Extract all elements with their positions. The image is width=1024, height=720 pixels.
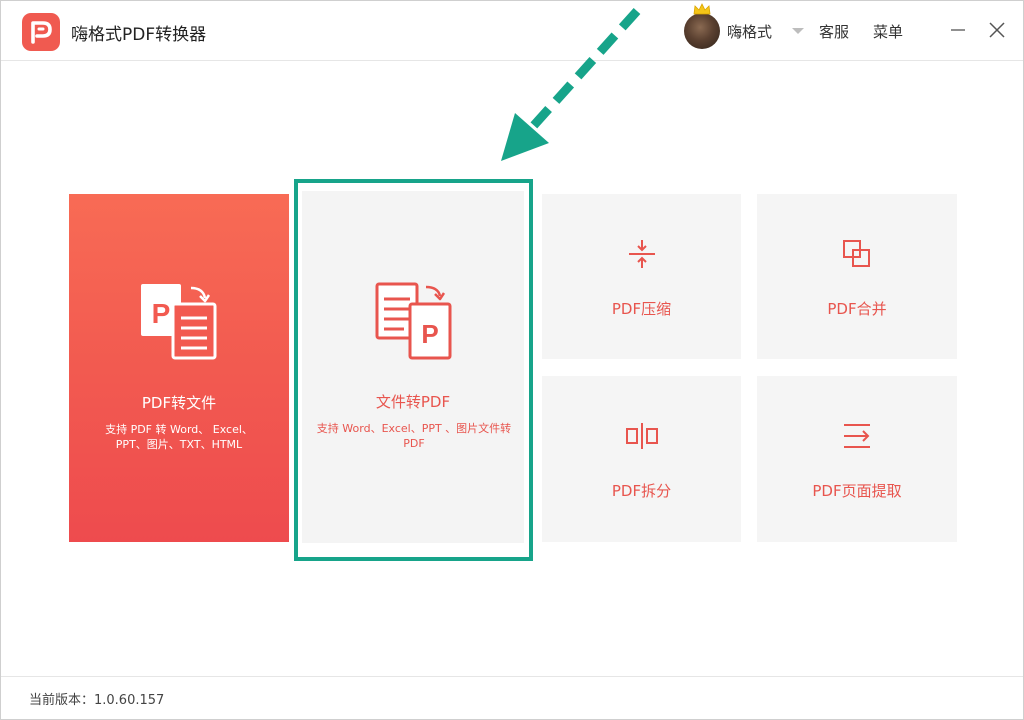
file-to-pdf-card[interactable]: P 文件转PDF 支持 Word、Excel、PPT 、图片文件转 PDF — [302, 191, 524, 543]
file-to-pdf-desc: 支持 Word、Excel、PPT 、图片文件转 PDF — [316, 422, 512, 450]
close-icon[interactable] — [986, 19, 1008, 41]
status-bar: 当前版本：1.0.60.157 — [1, 676, 1023, 719]
pdf-split-label: PDF拆分 — [611, 482, 672, 500]
file-to-pdf-icon: P — [375, 282, 452, 360]
app-logo-icon — [22, 13, 60, 51]
minimize-icon[interactable] — [947, 19, 969, 41]
customer-service-link[interactable]: 客服 — [819, 21, 849, 42]
app-title: 嗨格式PDF转换器 — [71, 25, 207, 45]
pdf-merge-card[interactable]: PDF合并 — [757, 194, 957, 359]
file-to-pdf-label: 文件转PDF — [375, 393, 451, 411]
merge-icon — [843, 240, 870, 267]
split-icon — [626, 423, 658, 449]
avatar[interactable] — [684, 13, 720, 49]
username[interactable]: 嗨格式 — [727, 21, 772, 42]
version-label: 当前版本：1.0.60.157 — [29, 693, 165, 708]
title-bar: 嗨格式PDF转换器 嗨格式 客服 菜单 — [1, 1, 1023, 61]
pdf-compress-card[interactable]: PDF压缩 — [542, 194, 741, 359]
pdf-to-file-desc: 支持 PDF 转 Word、 Excel、 PPT、图片、TXT、HTML — [105, 423, 253, 451]
pdf-extract-card[interactable]: PDF页面提取 — [757, 376, 957, 542]
compress-icon — [629, 240, 655, 268]
pdf-compress-label: PDF压缩 — [611, 300, 672, 318]
menu-link[interactable]: 菜单 — [873, 21, 903, 42]
extract-icon — [844, 424, 870, 448]
pdf-extract-label: PDF页面提取 — [812, 482, 902, 500]
crown-icon — [693, 3, 711, 15]
app-window: 嗨格式PDF转换器 嗨格式 客服 菜单 P PDF转文件 支持 PDF 转 Wo… — [0, 0, 1024, 720]
pdf-to-file-card[interactable]: P PDF转文件 支持 PDF 转 Word、 Excel、 PPT、图片、TX… — [69, 194, 289, 542]
svg-text:P: P — [421, 319, 438, 349]
pdf-to-file-icon: P — [141, 284, 217, 360]
pdf-merge-label: PDF合并 — [827, 300, 887, 318]
pdf-split-card[interactable]: PDF拆分 — [542, 376, 741, 542]
pdf-to-file-label: PDF转文件 — [141, 394, 217, 412]
chevron-down-icon[interactable] — [792, 28, 804, 34]
svg-text:P: P — [152, 298, 171, 329]
